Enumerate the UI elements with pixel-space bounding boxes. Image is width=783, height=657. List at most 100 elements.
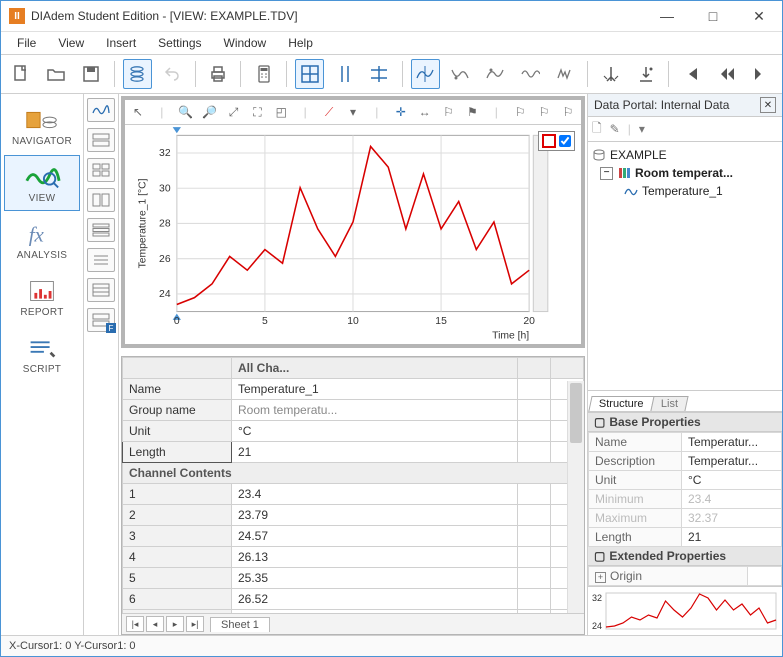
portal-close-icon[interactable]: ✕: [760, 97, 776, 113]
scroll-start-icon[interactable]: [596, 59, 625, 89]
sheet-table[interactable]: All Cha... NameTemperature_1 Group nameR…: [122, 357, 584, 613]
sparkline[interactable]: 32 24: [588, 586, 782, 635]
layout-2v-icon[interactable]: [87, 188, 115, 212]
go-next-icon[interactable]: [747, 59, 776, 89]
sheet-scrollbar[interactable]: [567, 381, 584, 613]
nav-analysis[interactable]: fx ANALYSIS: [4, 212, 80, 268]
minimize-button[interactable]: ―: [644, 1, 690, 31]
table-row[interactable]: 525.35: [123, 568, 584, 589]
layout-curve-icon[interactable]: [87, 98, 115, 122]
data-stack-icon[interactable]: [123, 59, 152, 89]
layout-filter-icon[interactable]: F: [87, 308, 115, 332]
curve-harmonic-icon[interactable]: [516, 59, 545, 89]
chart-legend[interactable]: [538, 131, 575, 151]
save-icon[interactable]: [77, 59, 106, 89]
chart-zoom-out-icon[interactable]: 🔎: [201, 103, 219, 121]
prop-name-value[interactable]: Temperatur...: [682, 433, 782, 452]
tree-collapse-icon[interactable]: −: [600, 167, 613, 180]
tab-list[interactable]: List: [650, 396, 688, 411]
chart-flag-copy-icon[interactable]: ⚐: [535, 103, 553, 121]
layout-stack-icon[interactable]: [87, 278, 115, 302]
sheet-first-icon[interactable]: |◂: [126, 616, 144, 632]
calculator-icon[interactable]: [249, 59, 278, 89]
legend-checkbox[interactable]: [559, 135, 571, 147]
menu-window[interactable]: Window: [214, 34, 277, 52]
portal-tree[interactable]: EXAMPLE − Room temperat... Temperature_1: [588, 142, 782, 370]
open-icon[interactable]: [42, 59, 71, 89]
tree-root[interactable]: EXAMPLE: [610, 148, 667, 162]
cursor-free-icon[interactable]: [295, 59, 324, 89]
close-button[interactable]: ✕: [736, 1, 782, 31]
new-icon[interactable]: [7, 59, 36, 89]
portal-edit-icon[interactable]: ✎: [610, 122, 620, 136]
tree-channel[interactable]: Temperature_1: [642, 184, 723, 198]
table-row[interactable]: 626.52: [123, 589, 584, 610]
curve-min-icon[interactable]: [446, 59, 475, 89]
sheet-length-value[interactable]: 21: [232, 442, 518, 463]
nav-view[interactable]: VIEW: [4, 155, 80, 211]
portal-filter-icon[interactable]: ▾: [639, 122, 645, 136]
sheet-next-icon[interactable]: ▸: [166, 616, 184, 632]
nav-report[interactable]: REPORT: [4, 269, 80, 325]
expand-icon[interactable]: +: [595, 572, 606, 583]
chart-pointer-icon[interactable]: ↖: [129, 103, 147, 121]
sheet-name-value[interactable]: Temperature_1: [232, 379, 518, 400]
cursor-frame-icon[interactable]: [365, 59, 394, 89]
table-row[interactable]: 725.74: [123, 610, 584, 614]
menu-view[interactable]: View: [48, 34, 94, 52]
prop-desc-value[interactable]: Temperatur...: [682, 452, 782, 471]
chart-flag-set-icon[interactable]: ⚐: [440, 103, 458, 121]
undo-icon[interactable]: [158, 59, 187, 89]
tree-group[interactable]: Room temperat...: [635, 166, 733, 180]
go-prev-icon[interactable]: [712, 59, 741, 89]
sheet-group-value[interactable]: Room temperatu...: [232, 400, 518, 421]
menu-settings[interactable]: Settings: [148, 34, 211, 52]
layout-2h-icon[interactable]: [87, 128, 115, 152]
scroll-end-icon[interactable]: [631, 59, 660, 89]
chart-flag-interp-icon[interactable]: ⚐: [559, 103, 577, 121]
layout-4-icon[interactable]: [87, 158, 115, 182]
curve-cursor-icon[interactable]: [411, 59, 440, 89]
chart-zoom-in-icon[interactable]: 🔍: [177, 103, 195, 121]
chart-zoom-y-icon[interactable]: ⤢: [225, 103, 243, 121]
chart-flag-clear-icon[interactable]: ⚑: [463, 103, 481, 121]
print-icon[interactable]: [203, 59, 232, 89]
curve-max-icon[interactable]: [481, 59, 510, 89]
prop-unit-value[interactable]: °C: [682, 471, 782, 490]
chart-curve-icon[interactable]: ⟋: [320, 103, 338, 121]
chart-area[interactable]: ↖ | 🔍 🔎 ⤢ ⛶ ◰ | ⟋ ▾ | ✛ ↔ ⚐ ⚑: [121, 96, 585, 348]
layout-list-icon[interactable]: [87, 248, 115, 272]
chart-move-point-icon[interactable]: ↔: [416, 103, 434, 121]
collapse-icon[interactable]: ▢: [594, 415, 605, 429]
table-row[interactable]: 223.79: [123, 505, 584, 526]
chart-dropdown-icon[interactable]: ▾: [344, 103, 362, 121]
chart-add-point-icon[interactable]: ✛: [392, 103, 410, 121]
go-first-icon[interactable]: [677, 59, 706, 89]
maximize-button[interactable]: □: [690, 1, 736, 31]
nav-navigator[interactable]: NAVIGATOR: [4, 98, 80, 154]
prop-origin-label[interactable]: Origin: [610, 569, 642, 583]
sheet-allchannels-header[interactable]: All Cha...: [232, 358, 518, 379]
chart-zoom-area-icon[interactable]: ◰: [272, 103, 290, 121]
portal-new-icon[interactable]: 🗋: [592, 119, 602, 140]
table-row[interactable]: 426.13: [123, 547, 584, 568]
menu-help[interactable]: Help: [278, 34, 323, 52]
prop-len-value[interactable]: 21: [682, 528, 782, 547]
sheet-prev-icon[interactable]: ◂: [146, 616, 164, 632]
nav-script[interactable]: SCRIPT: [4, 326, 80, 382]
layout-3h-icon[interactable]: [87, 218, 115, 242]
chart-flag-remove-icon[interactable]: ⚐: [511, 103, 529, 121]
sheet-unit-value[interactable]: °C: [232, 421, 518, 442]
curve-sideband-icon[interactable]: [551, 59, 580, 89]
table-row[interactable]: 324.57: [123, 526, 584, 547]
ext-props-header: Extended Properties: [609, 549, 726, 563]
menu-insert[interactable]: Insert: [96, 34, 146, 52]
chart-zoom-reset-icon[interactable]: ⛶: [248, 103, 266, 121]
sheet-last-icon[interactable]: ▸|: [186, 616, 204, 632]
collapse-icon[interactable]: ▢: [594, 549, 605, 563]
tab-structure[interactable]: Structure: [588, 396, 654, 411]
cursor-band-icon[interactable]: [330, 59, 359, 89]
menu-file[interactable]: File: [7, 34, 46, 52]
sheet-tab[interactable]: Sheet 1: [210, 617, 270, 632]
table-row[interactable]: 123.4: [123, 484, 584, 505]
